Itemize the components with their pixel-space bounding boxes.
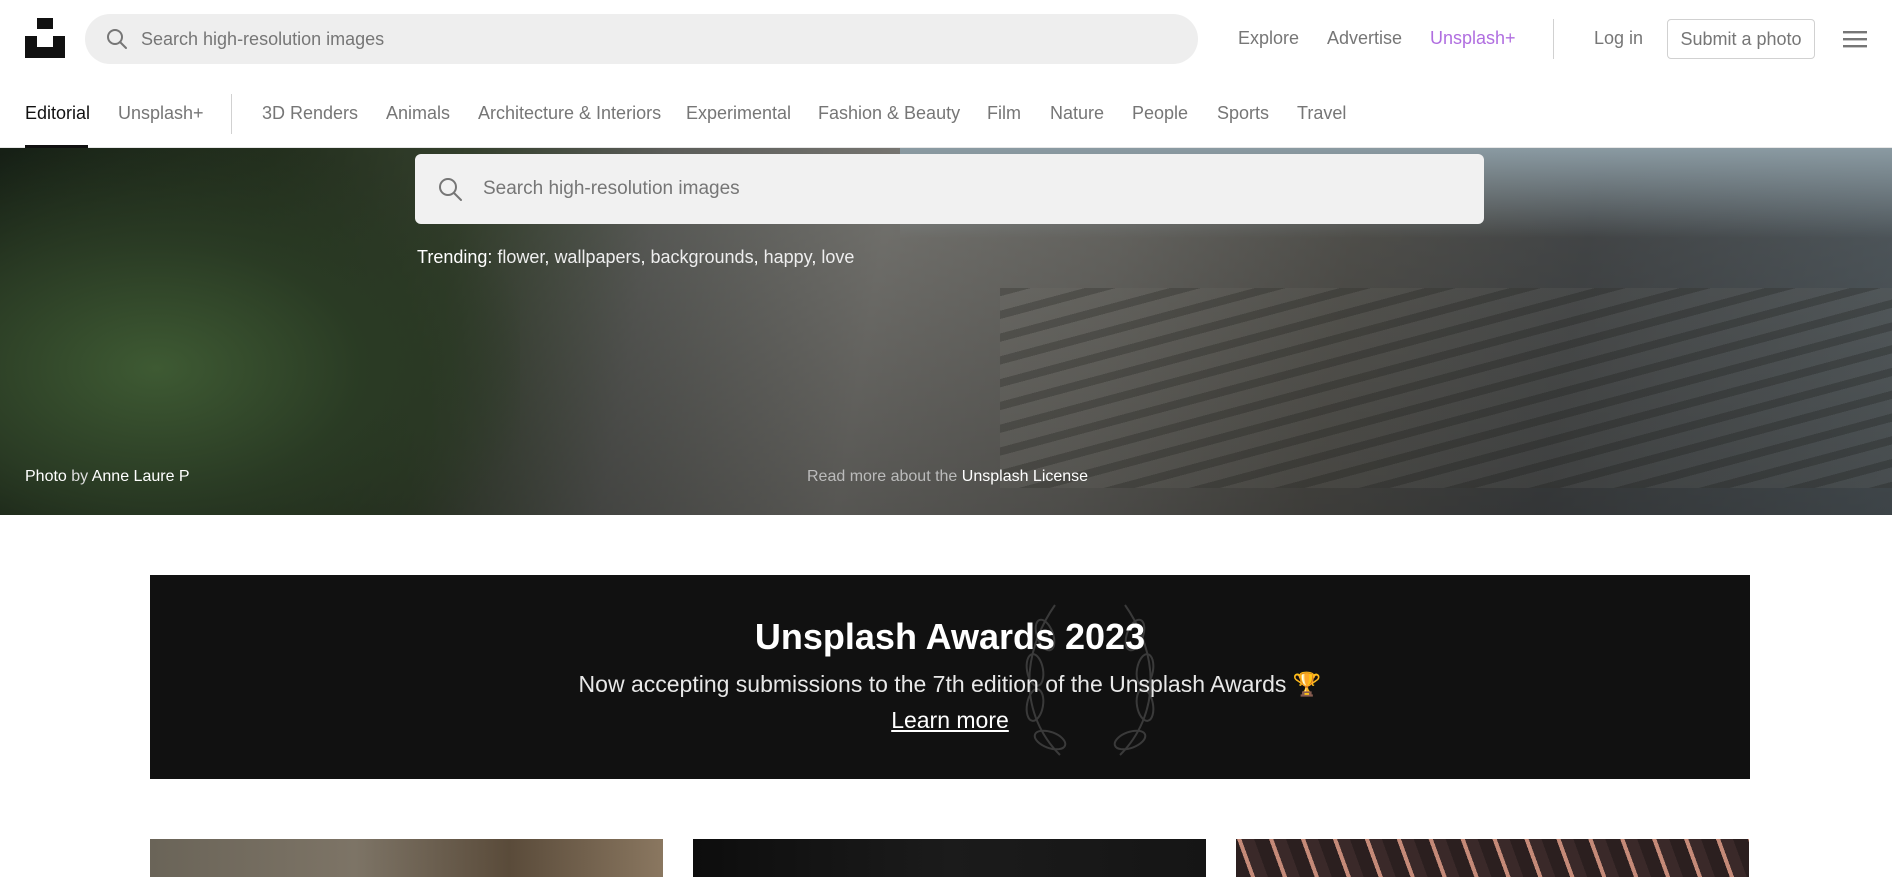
category-nav: Editorial Unsplash+ 3D Renders Animals A… xyxy=(0,77,1892,148)
hero-search-input[interactable] xyxy=(483,178,1463,200)
photo-credit-link[interactable]: Photo xyxy=(25,468,67,485)
tab-sports[interactable]: Sports xyxy=(1217,103,1269,124)
search-icon[interactable] xyxy=(437,176,463,202)
tab-experimental[interactable]: Experimental xyxy=(686,103,791,124)
tab-fashion-beauty[interactable]: Fashion & Beauty xyxy=(818,103,960,124)
awards-subtitle: Now accepting submissions to the 7th edi… xyxy=(578,671,1322,697)
login-link[interactable]: Log in xyxy=(1594,28,1643,49)
nav-explore-link[interactable]: Explore xyxy=(1238,28,1299,49)
header-search-input[interactable] xyxy=(141,28,1141,50)
trending-item-love[interactable]: love xyxy=(821,247,854,267)
hero-search-bar[interactable] xyxy=(415,154,1484,224)
photo-thumbnail[interactable] xyxy=(1236,839,1749,877)
nav-unsplash-plus-link[interactable]: Unsplash+ xyxy=(1430,28,1516,49)
license-note: Read more about the Unsplash License xyxy=(807,468,1088,486)
category-divider xyxy=(231,94,232,134)
trending-item-happy[interactable]: happy xyxy=(764,247,812,267)
photo-thumbnail[interactable] xyxy=(693,839,1206,877)
tab-unsplash-plus[interactable]: Unsplash+ xyxy=(118,103,204,124)
trending-label: Trending: xyxy=(417,247,493,267)
trending-item-flower[interactable]: flower xyxy=(497,247,544,267)
tab-travel[interactable]: Travel xyxy=(1297,103,1346,124)
header-divider xyxy=(1553,19,1554,59)
trending-item-backgrounds[interactable]: backgrounds xyxy=(651,247,754,267)
license-link[interactable]: Unsplash License xyxy=(962,468,1088,485)
tab-editorial[interactable]: Editorial xyxy=(25,103,90,124)
photo-thumbnail[interactable] xyxy=(150,839,663,877)
awards-banner[interactable]: Unsplash Awards 2023 Now accepting submi… xyxy=(150,575,1750,779)
trending-searches: Trending: flower, wallpapers, background… xyxy=(417,247,855,267)
top-header: Explore Advertise Unsplash+ Log in Submi… xyxy=(0,0,1892,77)
photo-credit-by: by xyxy=(71,468,89,485)
learn-more-link[interactable]: Learn more xyxy=(150,707,1750,734)
search-icon[interactable] xyxy=(105,27,129,51)
tab-animals[interactable]: Animals xyxy=(386,103,450,124)
tab-architecture-interiors[interactable]: Architecture & Interiors xyxy=(478,103,661,124)
nav-advertise-link[interactable]: Advertise xyxy=(1327,28,1402,49)
hero-photo-rocks xyxy=(1000,288,1892,488)
tab-people[interactable]: People xyxy=(1132,103,1188,124)
awards-title: Unsplash Awards 2023 xyxy=(754,616,1146,657)
hamburger-menu-icon[interactable] xyxy=(1843,29,1867,49)
header-search-bar[interactable] xyxy=(85,14,1198,64)
license-prefix: Read more about the xyxy=(807,468,958,485)
hero-banner: Trending: flower, wallpapers, background… xyxy=(0,148,1892,515)
submit-photo-button[interactable]: Submit a photo xyxy=(1667,19,1815,59)
tab-film[interactable]: Film xyxy=(987,103,1021,124)
photo-author-link[interactable]: Anne Laure P xyxy=(92,468,190,485)
tab-3d-renders[interactable]: 3D Renders xyxy=(262,103,358,124)
tab-nature[interactable]: Nature xyxy=(1050,103,1104,124)
photo-credit: Photo by Anne Laure P xyxy=(25,468,190,486)
unsplash-logo-icon[interactable] xyxy=(25,18,65,58)
trending-item-wallpapers[interactable]: wallpapers xyxy=(554,247,640,267)
